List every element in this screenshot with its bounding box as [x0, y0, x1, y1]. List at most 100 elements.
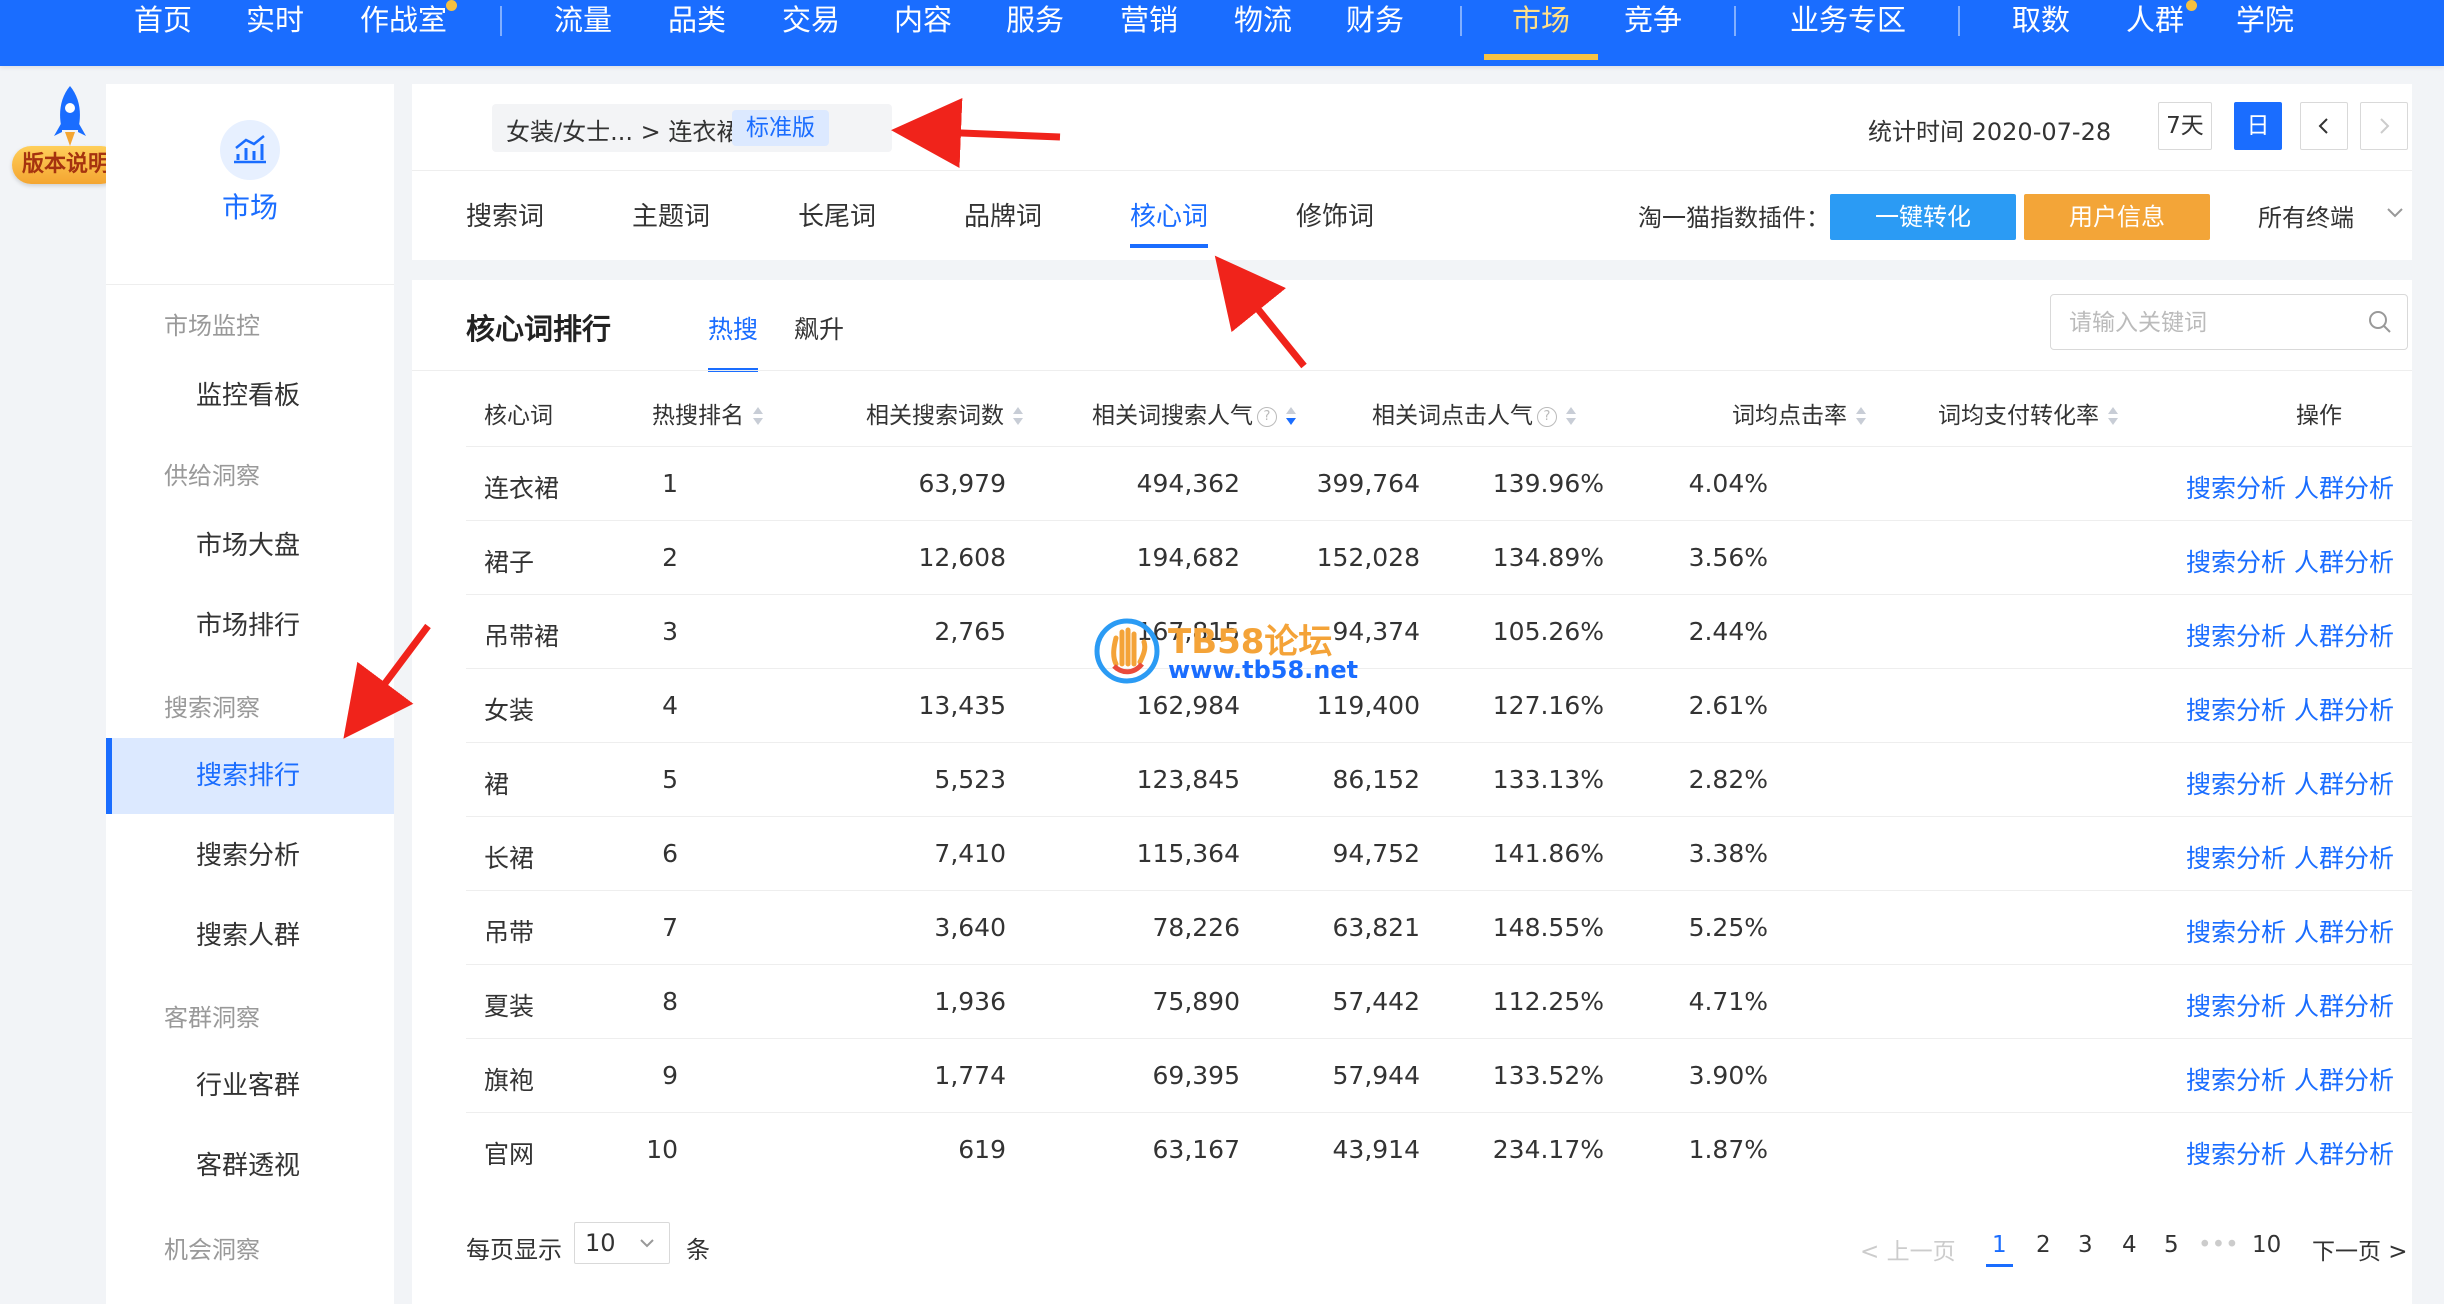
nav-item-warroom[interactable]: 作战室 [360, 0, 447, 58]
nav-item-competition[interactable]: 竞争 [1624, 0, 1682, 58]
nav-item-business-zone[interactable]: 业务专区 [1790, 0, 1906, 58]
subtab-hot-search[interactable]: 热搜 [708, 310, 759, 372]
nav-item-home[interactable]: 首页 [134, 0, 192, 58]
col-click-popularity[interactable]: 相关词点击人气? [1372, 396, 1577, 430]
tab-brand-words[interactable]: 品牌词 [964, 196, 1042, 233]
col-cvr[interactable]: 词均支付转化率 [1938, 396, 2119, 430]
page-2[interactable]: 2 [2036, 1232, 2051, 1258]
convert-button[interactable]: 一键转化 [1830, 194, 2016, 240]
header-panel: 女装/女士... > 连衣裙 标准版 统计时间 2020-07-28 7天 日 … [412, 84, 2412, 260]
crowd-analysis-link[interactable]: 人群分析 [2294, 918, 2394, 947]
col-search-popularity[interactable]: 相关词搜索人气? [1092, 396, 1297, 430]
search-analysis-link[interactable]: 搜索分析 [2186, 918, 2286, 947]
nav-item-logistics[interactable]: 物流 [1234, 0, 1292, 58]
tab-longtail-words[interactable]: 长尾词 [798, 196, 876, 233]
nav-item-crowd[interactable]: 人群 [2126, 0, 2184, 58]
sidebar-group-supply: 供给洞察 [164, 462, 260, 490]
page-5[interactable]: 5 [2164, 1232, 2179, 1258]
crowd-analysis-link[interactable]: 人群分析 [2294, 1140, 2394, 1169]
sidebar-item-industry-customers[interactable]: 行业客群 [106, 1048, 394, 1124]
page-size-select[interactable]: 10 [574, 1222, 670, 1264]
next-date-button[interactable] [2360, 102, 2408, 150]
prev-page-button[interactable]: < 上一页 [1860, 1232, 1956, 1266]
nav-item-finance[interactable]: 财务 [1346, 0, 1404, 58]
period-day-button[interactable]: 日 [2234, 102, 2282, 150]
sort-desc-icon[interactable] [1285, 406, 1297, 427]
search-analysis-link[interactable]: 搜索分析 [2186, 770, 2286, 799]
search-analysis-link[interactable]: 搜索分析 [2186, 622, 2286, 651]
sidebar-item-market-overview[interactable]: 市场大盘 [106, 508, 394, 584]
crowd-analysis-link[interactable]: 人群分析 [2294, 1066, 2394, 1095]
cell-actions: 搜索分析 人群分析 [2186, 987, 2394, 1023]
sidebar-item-market-ranking[interactable]: 市场排行 [106, 588, 394, 664]
page-ellipsis[interactable]: ••• [2198, 1232, 2239, 1258]
nav-item-service[interactable]: 服务 [1006, 0, 1064, 58]
terminal-label: 所有终端 [2258, 204, 2354, 232]
subtab-rising[interactable]: 飙升 [794, 310, 844, 346]
search-analysis-link[interactable]: 搜索分析 [2186, 696, 2286, 725]
crowd-analysis-link[interactable]: 人群分析 [2294, 474, 2394, 503]
category-selector[interactable]: 女装/女士... > 连衣裙 标准版 [492, 104, 959, 152]
col-hot-rank[interactable]: 热搜排名 [652, 396, 764, 430]
search-icon[interactable] [2367, 309, 2393, 335]
crowd-analysis-link[interactable]: 人群分析 [2294, 696, 2394, 725]
sidebar-module-header: 市场 [106, 84, 394, 285]
nav-item-traffic[interactable]: 流量 [554, 0, 612, 58]
sidebar-item-monitor-board[interactable]: 监控看板 [106, 358, 394, 434]
terminal-select[interactable]: 所有终端 [2258, 198, 2403, 233]
nav-item-marketing[interactable]: 营销 [1120, 0, 1178, 58]
sidebar-item-search-ranking[interactable]: 搜索排行 [106, 738, 394, 814]
search-analysis-link[interactable]: 搜索分析 [2186, 548, 2286, 577]
col-related-count[interactable]: 相关搜索词数 [866, 396, 1024, 430]
nav-item-academy[interactable]: 学院 [2236, 0, 2294, 58]
nav-item-market[interactable]: 市场 [1483, 0, 1599, 60]
nav-item-content[interactable]: 内容 [894, 0, 952, 58]
search-analysis-link[interactable]: 搜索分析 [2186, 1066, 2286, 1095]
crowd-analysis-link[interactable]: 人群分析 [2294, 844, 2394, 873]
help-icon[interactable]: ? [1537, 406, 1557, 427]
sort-icon[interactable] [2107, 406, 2119, 427]
crowd-analysis-link[interactable]: 人群分析 [2294, 770, 2394, 799]
user-info-button[interactable]: 用户信息 [2024, 194, 2210, 240]
sidebar-item-search-analysis[interactable]: 搜索分析 [106, 818, 394, 894]
nav-item-category[interactable]: 品类 [668, 0, 726, 58]
sidebar-item-customer-perspective[interactable]: 客群透视 [106, 1128, 394, 1204]
tab-core-words[interactable]: 核心词 [1130, 196, 1209, 248]
nav-item-trade[interactable]: 交易 [782, 0, 840, 58]
cell-core-word: 夏装 [484, 992, 535, 1021]
search-analysis-link[interactable]: 搜索分析 [2186, 1140, 2286, 1169]
sort-icon[interactable] [1565, 406, 1577, 427]
search-analysis-link[interactable]: 搜索分析 [2186, 844, 2286, 873]
next-page-button[interactable]: 下一页 > [2312, 1232, 2408, 1266]
search-analysis-link[interactable]: 搜索分析 [2186, 474, 2286, 503]
rocket-icon [54, 86, 86, 146]
crowd-analysis-link[interactable]: 人群分析 [2294, 992, 2394, 1021]
search-analysis-link[interactable]: 搜索分析 [2186, 992, 2286, 1021]
tab-modifier-words[interactable]: 修饰词 [1296, 196, 1374, 233]
col-ctr[interactable]: 词均点击率 [1732, 396, 1867, 430]
nav-item-data-fetch[interactable]: 取数 [2012, 0, 2070, 58]
cell-search-popularity: 115,364 [1136, 839, 1240, 868]
crowd-analysis-link[interactable]: 人群分析 [2294, 622, 2394, 651]
page-10[interactable]: 10 [2252, 1232, 2281, 1258]
prev-date-button[interactable] [2300, 102, 2348, 150]
cell-core-word: 吊带 [484, 918, 535, 947]
cell-click-popularity: 57,442 [1332, 987, 1420, 1016]
sidebar-item-search-crowd[interactable]: 搜索人群 [106, 898, 394, 974]
search-input[interactable] [2067, 303, 2351, 343]
keyword-search[interactable] [2050, 294, 2408, 350]
sort-icon[interactable] [1012, 406, 1024, 427]
crowd-analysis-link[interactable]: 人群分析 [2294, 548, 2394, 577]
page-4[interactable]: 4 [2122, 1232, 2137, 1258]
tab-search-words[interactable]: 搜索词 [466, 196, 544, 233]
sort-icon[interactable] [752, 406, 764, 427]
sort-icon[interactable] [1855, 406, 1867, 427]
help-icon[interactable]: ? [1257, 406, 1277, 427]
page-3[interactable]: 3 [2078, 1232, 2093, 1258]
period-7d-button[interactable]: 7天 [2158, 102, 2212, 150]
col-label: 热搜排名 [652, 403, 744, 429]
nav-item-realtime[interactable]: 实时 [246, 0, 304, 58]
tab-topic-words[interactable]: 主题词 [632, 196, 710, 233]
page-1[interactable]: 1 [1986, 1232, 2013, 1267]
version-notes-label[interactable]: 版本说明 [12, 146, 121, 184]
